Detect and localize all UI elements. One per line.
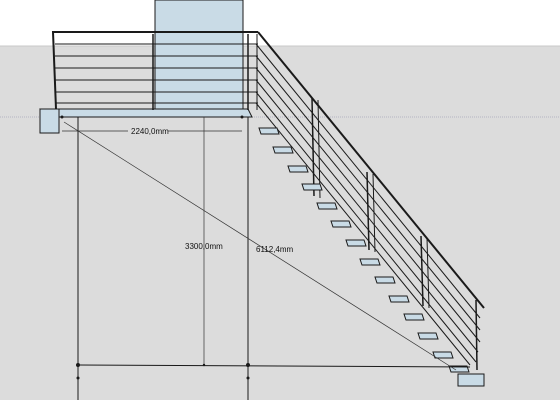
stair-step	[287, 165, 309, 173]
stair-step	[359, 258, 381, 266]
stair-model-scene[interactable]: 2240,0mm 3300,0mm 6112,4mm	[0, 0, 560, 400]
stair-base-block[interactable]	[457, 373, 485, 387]
stair-step	[417, 332, 439, 340]
landing-slab-end[interactable]	[39, 108, 60, 134]
stair-step	[403, 313, 425, 321]
dimension-label-diagonal[interactable]: 6112,4mm	[256, 245, 294, 254]
stair-step	[374, 276, 396, 284]
stair-step	[316, 202, 338, 210]
dimension-label-horizontal[interactable]: 2240,0mm	[131, 127, 169, 136]
stair-step	[258, 127, 280, 135]
3d-viewport[interactable]: 2240,0mm 3300,0mm 6112,4mm	[0, 0, 560, 400]
landing-slab[interactable]	[39, 108, 253, 118]
stair-step	[301, 183, 323, 191]
stair-step	[345, 239, 367, 247]
dimension-label-vertical[interactable]: 3300,0mm	[185, 242, 223, 251]
sky-background	[0, 0, 560, 46]
stair-step	[272, 146, 294, 154]
stair-step	[388, 295, 410, 303]
upper-wall-panel[interactable]	[154, 0, 244, 111]
stair-step	[330, 220, 352, 228]
